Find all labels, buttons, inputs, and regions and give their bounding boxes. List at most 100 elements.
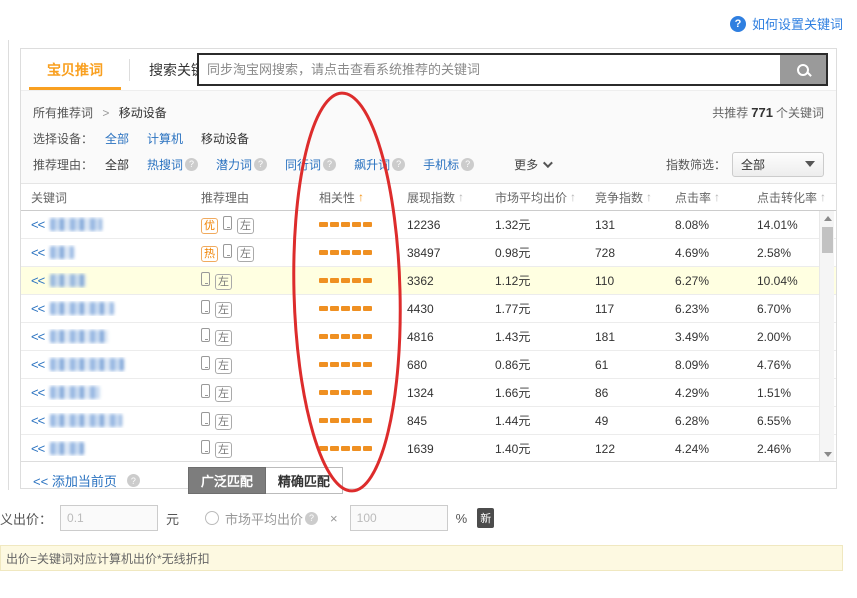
add-keyword-chevrons[interactable]: << <box>31 329 44 344</box>
device-option-全部[interactable]: 全部 <box>105 130 129 147</box>
column-header[interactable]: 点击率↑ <box>675 189 757 206</box>
column-header[interactable]: 市场平均出价↑ <box>495 189 595 206</box>
broad-match-button[interactable]: 广泛匹配 <box>188 467 266 494</box>
help-icon[interactable]: ? <box>461 158 474 171</box>
table-row[interactable]: <<左48161.43元1813.49%2.00% <box>21 323 836 351</box>
market-price-radio[interactable] <box>205 511 219 525</box>
reason-option-手机标[interactable]: 手机标? <box>423 156 474 173</box>
keyword-cell[interactable]: << <box>31 217 201 232</box>
add-keyword-chevrons[interactable]: << <box>31 245 44 260</box>
relevance-bar <box>341 390 350 395</box>
keyword-search-input[interactable] <box>199 55 780 84</box>
add-current-page-link[interactable]: << 添加当前页 <box>33 471 117 490</box>
relevance-rating <box>319 306 407 311</box>
multiply-sign: × <box>330 511 338 526</box>
column-header[interactable]: 竞争指数↑ <box>595 189 675 206</box>
help-icon[interactable]: ? <box>185 158 198 171</box>
ctr-cell: 6.28% <box>675 414 757 428</box>
add-keyword-chevrons[interactable]: << <box>31 301 44 316</box>
keyword-cell[interactable]: << <box>31 413 201 428</box>
sort-arrow-icon[interactable]: ↑ <box>820 190 826 204</box>
sort-arrow-icon[interactable]: ↑ <box>458 190 464 204</box>
device-option-计算机[interactable]: 计算机 <box>147 130 183 147</box>
avg-price-cell: 1.43元 <box>495 328 595 345</box>
scrollbar-up-button[interactable] <box>820 211 835 225</box>
avg-price-cell: 1.12元 <box>495 272 595 289</box>
relevance-bar <box>341 334 350 339</box>
market-price-percent-input[interactable] <box>350 505 448 531</box>
more-filters-button[interactable]: 更多 <box>514 156 550 173</box>
sort-arrow-icon[interactable]: ↑ <box>714 190 720 204</box>
relevance-bar <box>319 390 328 395</box>
badge-you: 优 <box>201 218 218 234</box>
keyword-cell[interactable]: << <box>31 301 201 316</box>
help-icon[interactable]: ? <box>323 158 336 171</box>
keyword-cell[interactable]: << <box>31 273 201 288</box>
sort-arrow-icon[interactable]: ↑ <box>358 190 364 204</box>
index-filter-dropdown[interactable]: 全部 <box>732 152 824 177</box>
add-keyword-chevrons[interactable]: << <box>31 441 44 456</box>
table-row[interactable]: <<左6800.86元618.09%4.76% <box>21 351 836 379</box>
column-header[interactable]: 点击转化率↑ <box>757 189 836 206</box>
add-keyword-chevrons[interactable]: << <box>31 217 44 232</box>
market-price-help-icon[interactable]: ? <box>305 512 318 525</box>
column-header[interactable]: 展现指数↑ <box>407 189 495 206</box>
relevance-bar <box>330 418 339 423</box>
mobile-phone-icon <box>223 216 232 230</box>
ctr-cell: 4.69% <box>675 246 757 260</box>
help-icon[interactable]: ? <box>254 158 267 171</box>
keyword-cell[interactable]: << <box>31 385 201 400</box>
reason-option-全部[interactable]: 全部 <box>105 156 129 173</box>
search-button[interactable] <box>780 55 826 84</box>
keyword-cell[interactable]: << <box>31 441 201 456</box>
competition-cell: 61 <box>595 358 675 372</box>
keyword-cell[interactable]: << <box>31 245 201 260</box>
table-row[interactable]: <<左16391.40元1224.24%2.46% <box>21 435 836 461</box>
device-option-移动设备[interactable]: 移动设备 <box>201 130 249 147</box>
help-link-row[interactable]: ? 如何设置关键词 <box>730 14 843 33</box>
add-keyword-chevrons[interactable]: << <box>31 357 44 372</box>
exact-match-button[interactable]: 精确匹配 <box>266 467 343 494</box>
bid-unit-label: 元 <box>166 509 179 528</box>
custom-bid-input[interactable] <box>60 505 158 531</box>
relevance-bar <box>352 390 361 395</box>
badge-left: 左 <box>237 246 254 262</box>
ctr-cell: 4.24% <box>675 442 757 456</box>
column-header[interactable]: 相关性↑ <box>319 189 407 206</box>
scrollbar-thumb[interactable] <box>822 227 833 253</box>
scrollbar-down-button[interactable] <box>820 447 835 461</box>
how-to-set-keywords-link[interactable]: 如何设置关键词 <box>752 14 843 33</box>
help-icon[interactable]: ? <box>392 158 405 171</box>
relevance-bar <box>330 446 339 451</box>
add-keyword-chevrons[interactable]: << <box>31 413 44 428</box>
reason-option-潜力词[interactable]: 潜力词? <box>216 156 267 173</box>
relevance-bar <box>330 278 339 283</box>
relevance-bar <box>330 306 339 311</box>
table-row[interactable]: <<左44301.77元1176.23%6.70% <box>21 295 836 323</box>
keyword-cell[interactable]: << <box>31 357 201 372</box>
table-row[interactable]: <<左8451.44元496.28%6.55% <box>21 407 836 435</box>
add-keyword-chevrons[interactable]: << <box>31 273 44 288</box>
table-row[interactable]: <<左33621.12元1106.27%10.04% <box>21 267 836 295</box>
mobile-phone-icon <box>201 440 210 454</box>
avg-price-cell: 1.40元 <box>495 440 595 457</box>
reason-option-飙升词[interactable]: 飙升词? <box>354 156 405 173</box>
reason-option-热搜词[interactable]: 热搜词? <box>147 156 198 173</box>
table-row[interactable]: <<热左384970.98元7284.69%2.58% <box>21 239 836 267</box>
add-keyword-chevrons[interactable]: << <box>31 385 44 400</box>
breadcrumb-root[interactable]: 所有推荐词 <box>33 106 93 120</box>
avg-price-cell: 0.86元 <box>495 356 595 373</box>
sort-arrow-icon[interactable]: ↑ <box>570 190 576 204</box>
tab-item-recommend[interactable]: 宝贝推词 <box>21 49 129 90</box>
reason-filter-options: 全部 热搜词? 潜力词? 同行词? 飙升词? 手机标? <box>105 156 492 173</box>
device-filter-label: 选择设备： <box>33 130 105 147</box>
table-row[interactable]: <<左13241.66元864.29%1.51% <box>21 379 836 407</box>
impressions-cell: 1324 <box>407 386 495 400</box>
competition-cell: 122 <box>595 442 675 456</box>
add-page-help-icon[interactable]: ? <box>127 474 140 487</box>
reason-option-同行词[interactable]: 同行词? <box>285 156 336 173</box>
sort-arrow-icon[interactable]: ↑ <box>646 190 652 204</box>
keyword-cell[interactable]: << <box>31 329 201 344</box>
table-scrollbar[interactable] <box>819 211 834 461</box>
table-row[interactable]: <<优左122361.32元1318.08%14.01% <box>21 211 836 239</box>
